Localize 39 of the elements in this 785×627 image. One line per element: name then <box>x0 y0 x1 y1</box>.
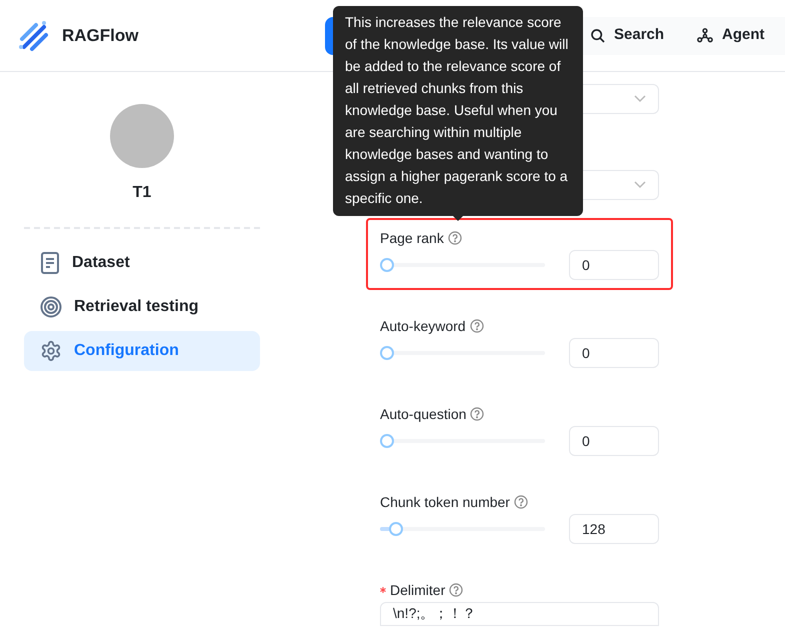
number-input[interactable]: 0 <box>569 250 659 280</box>
slider[interactable] <box>380 346 545 360</box>
document-icon <box>40 252 60 274</box>
knowledge-base-name: T1 <box>132 183 152 203</box>
slider[interactable] <box>380 522 545 536</box>
field-label: Delimiter <box>390 580 446 600</box>
input-field[interactable]: \n!?;。；！？ <box>380 602 659 626</box>
target-icon <box>40 296 62 318</box>
number-input[interactable]: 128 <box>569 514 659 544</box>
sidebar-item[interactable]: Configuration <box>24 331 260 371</box>
help-icon <box>470 407 484 421</box>
slider-thumb[interactable] <box>380 346 394 360</box>
sidebar-item[interactable]: Retrieval testing <box>24 287 260 327</box>
chevron-down-icon <box>634 95 646 103</box>
tooltip: This increases the relevance score of the knowledge base. Its value will be added to the relevance score of all retrieved chunks from this knowledge base. Useful when you are searching within multiple knowledge bases and wanting to assign a higher pagerank score to a specific one. <box>333 6 583 216</box>
help-icon <box>514 495 528 509</box>
logo-icon <box>16 18 50 52</box>
slider[interactable] <box>380 434 545 448</box>
app-name: RAGFlow <box>62 24 138 47</box>
slider-thumb[interactable] <box>389 522 404 536</box>
help-icon <box>448 231 462 245</box>
search-icon <box>590 28 606 44</box>
field-label: Auto-keyword <box>380 316 466 336</box>
field-label: Page rank <box>380 228 444 248</box>
slider-thumb[interactable] <box>380 434 394 448</box>
nodes-icon <box>696 26 714 44</box>
slider[interactable] <box>380 258 545 272</box>
slider-thumb[interactable] <box>380 258 394 272</box>
help-icon <box>449 583 464 597</box>
field-label: Auto-question <box>380 404 466 424</box>
number-input[interactable]: 0 <box>569 426 659 456</box>
field-label: Chunk token number <box>380 492 510 512</box>
settings-icon <box>40 340 62 362</box>
help-icon <box>470 319 484 333</box>
sidebar-item[interactable]: Dataset <box>24 243 260 283</box>
number-input[interactable]: 0 <box>569 338 659 368</box>
nav-tab[interactable]: Agent <box>680 16 781 54</box>
tooltip-arrow <box>452 215 464 221</box>
chevron-down-icon <box>634 181 646 189</box>
